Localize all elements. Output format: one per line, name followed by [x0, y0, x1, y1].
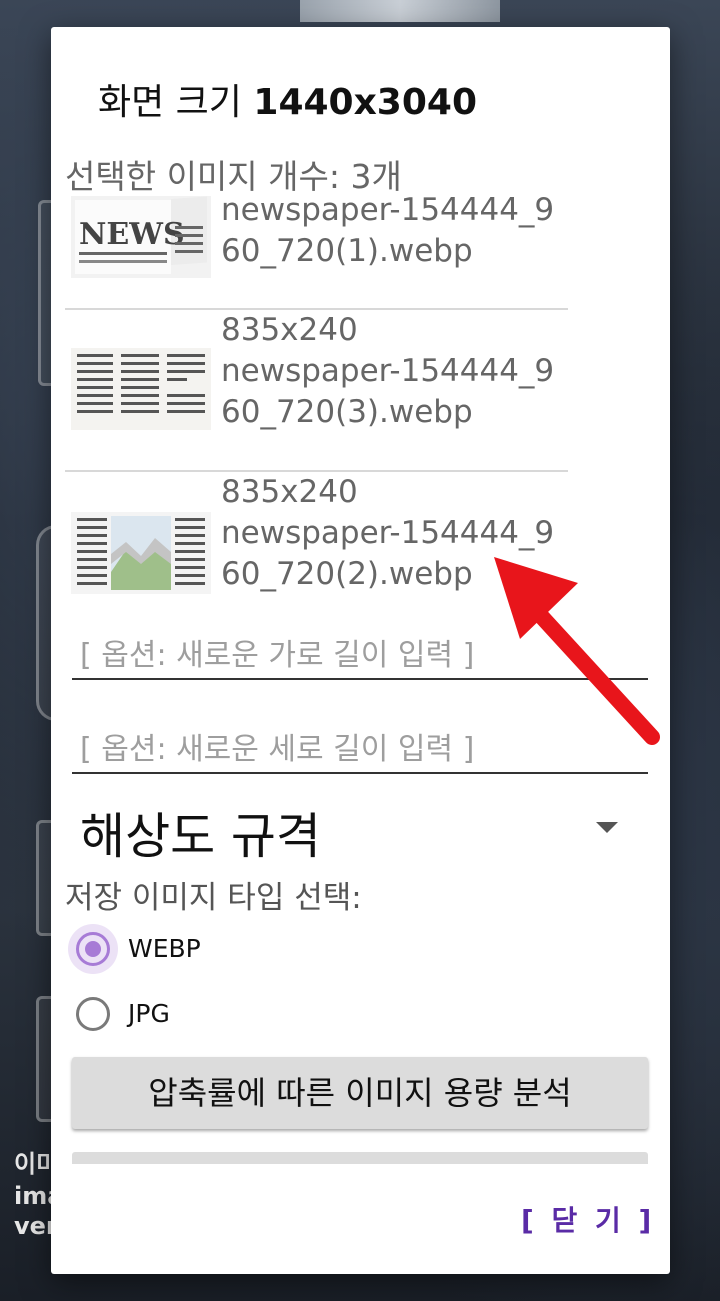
- file-name-line1: newspaper-154444_9: [221, 515, 555, 551]
- newspaper-thumbnail-icon: NEWS: [71, 196, 211, 278]
- secondary-button[interactable]: [72, 1152, 648, 1164]
- radio-webp-label: WEBP: [128, 934, 201, 963]
- image-size: 835x240: [221, 474, 358, 510]
- file-name-line2: 60_720(3).webp: [221, 394, 473, 430]
- red-arrow-icon: [494, 557, 660, 745]
- file-name-line1: newspaper-154444_9: [221, 192, 555, 228]
- close-button[interactable]: [ 닫 기 ]: [521, 1199, 655, 1239]
- newspaper-thumbnail-icon: [71, 348, 211, 430]
- screen-resolution: 1440x3040: [253, 82, 478, 123]
- resolution-spinner[interactable]: 해상도 규격: [80, 797, 321, 868]
- file-name-line2: 60_720(1).webp: [221, 233, 473, 269]
- image-size: 835x240: [221, 312, 358, 348]
- width-input[interactable]: [ 옵션: 새로운 가로 길이 입력 ]: [80, 630, 474, 674]
- file-text: newspaper-154444_9 60_720(1).webp: [221, 190, 554, 272]
- height-input-underline: [72, 772, 648, 774]
- file-name-line1: newspaper-154444_9: [221, 353, 555, 389]
- height-input[interactable]: [ 옵션: 새로운 세로 길이 입력 ]: [80, 724, 474, 768]
- radio-unchecked-icon[interactable]: [76, 997, 110, 1031]
- triangle-down-icon[interactable]: [596, 822, 618, 833]
- radio-jpg-label: JPG: [128, 999, 170, 1028]
- file-list-item[interactable]: NEWS newspaper-154444_9 60_720(1).webp: [65, 190, 568, 310]
- radio-checked-icon[interactable]: [76, 932, 110, 966]
- analyze-size-button[interactable]: 압축률에 따른 이미지 용량 분석: [72, 1057, 648, 1129]
- save-type-label: 저장 이미지 타입 선택:: [65, 880, 362, 916]
- file-text: 835x240 newspaper-154444_9 60_720(3).web…: [221, 310, 554, 433]
- background-image-strip: [300, 0, 500, 22]
- file-list-item[interactable]: 835x240 newspaper-154444_9 60_720(3).web…: [65, 310, 568, 472]
- svg-text:NEWS: NEWS: [79, 217, 185, 252]
- newspaper-thumbnail-icon: [71, 512, 211, 594]
- title-prefix: 화면 크기: [98, 82, 242, 123]
- dialog-title: 화면 크기 1440x3040: [98, 73, 477, 125]
